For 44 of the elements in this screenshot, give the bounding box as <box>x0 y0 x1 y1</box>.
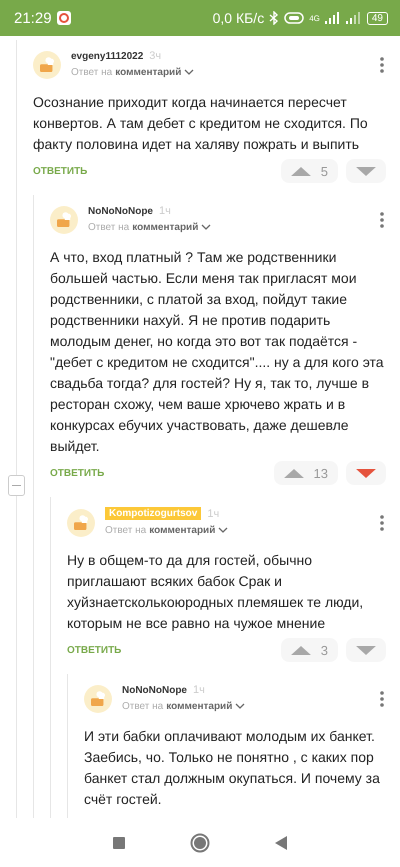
battery-level: 49 <box>366 12 388 24</box>
downvote-button[interactable] <box>346 461 386 485</box>
chevron-down-icon <box>218 527 228 534</box>
downvote-button[interactable] <box>346 159 386 183</box>
chevron-down-icon <box>201 224 212 231</box>
avatar-icon[interactable] <box>33 51 61 79</box>
triangle-up-icon <box>284 468 304 478</box>
network-type: 4G <box>309 14 320 22</box>
network-speed: 0,0 КБ/с <box>212 10 264 26</box>
comment-text: Осознание приходит когда начинается пересчет конвертов. А там дебет с кредитом не сходится. По факту половина идет на халяву пожрать и выпить <box>33 93 369 154</box>
reply-to-link[interactable]: Ответ на комментарий <box>105 525 228 536</box>
comment-text: Ну в общем-то да для гостей, обычно приглашают всяких бабок Срак и хуйзнаетсколькоюродных племяшек те люди, которым не все равно на чужое мнение <box>67 551 364 633</box>
more-options-icon[interactable] <box>380 514 384 530</box>
comment-text: И эти бабки оплачивают молодым их банкет. Заебись, чо. Только не понятно , с каких пор банкет стал должным окупаться. И почему за счёт гостей. <box>84 727 381 809</box>
comment-text: А что, вход платный ? Там же родственники большей частью. Если меня так пригласят мои родственники, с платой за вход, пойдут такие родственники нахуй. Я не против подарить молодым денег, но когда это вот так подаётся - "дебет с кредитом не сходится".... ну а для кого эта свадьба тогда? для гостей? Ну я, так то, лучше в ресторан схожу, чем ваше хрючево жрать и в конкурсах ебучих участвовать, даже дешевле выйдет. <box>50 248 385 456</box>
avatar-icon[interactable] <box>84 685 112 713</box>
record-icon <box>56 11 71 25</box>
reply-to-link[interactable]: Ответ на комментарий <box>88 222 212 233</box>
bluetooth-icon <box>269 11 280 25</box>
author-name[interactable]: NoNoNoNope <box>88 206 153 216</box>
triangle-up-icon <box>290 166 311 176</box>
triangle-down-icon <box>356 468 376 478</box>
author-name[interactable]: NoNoNoNope <box>122 684 187 696</box>
collapse-button[interactable] <box>8 475 25 496</box>
chevron-down-icon <box>184 69 194 76</box>
triangle-up-icon <box>290 646 311 654</box>
chevron-down-icon <box>235 703 246 710</box>
more-options-icon[interactable] <box>380 691 384 707</box>
more-options-icon[interactable] <box>380 57 384 73</box>
reply-to-link[interactable]: Ответ на комментарий <box>71 67 194 78</box>
reply-to-link[interactable]: Ответ на комментарий <box>122 701 246 712</box>
more-options-icon[interactable] <box>380 212 384 228</box>
signal-icon <box>324 12 341 24</box>
recents-icon[interactable] <box>112 836 125 848</box>
avatar-icon[interactable] <box>67 508 95 536</box>
avatar-icon[interactable] <box>50 206 78 234</box>
triangle-down-icon <box>356 166 376 176</box>
home-icon[interactable] <box>190 832 210 852</box>
clock-time: 21:29 <box>14 10 52 26</box>
triangle-down-icon <box>356 646 376 654</box>
downvote-button[interactable] <box>346 638 386 662</box>
author-name[interactable]: evgeny1112022 <box>71 50 144 62</box>
back-icon[interactable] <box>275 836 288 850</box>
signal-icon <box>346 12 362 24</box>
